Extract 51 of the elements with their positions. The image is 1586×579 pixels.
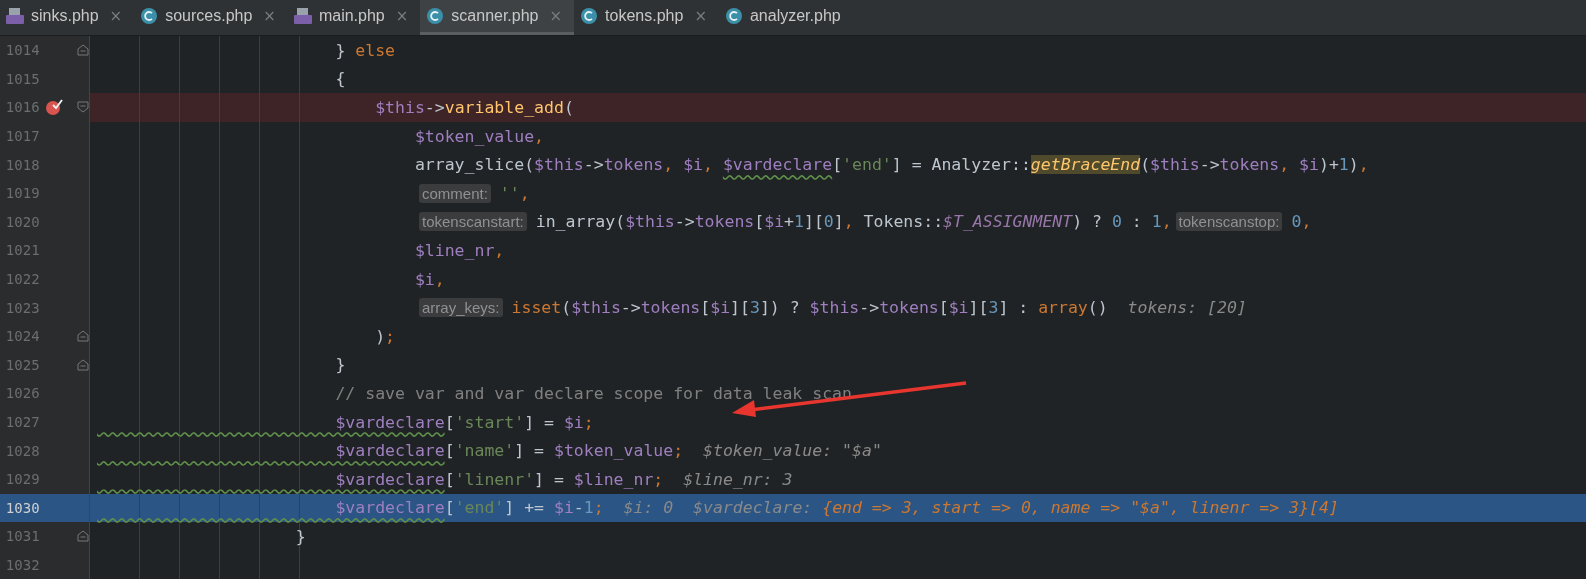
line-number: 1017 bbox=[4, 128, 40, 145]
line-number: 1019 bbox=[4, 185, 40, 202]
line-number: 1032 bbox=[4, 557, 40, 573]
class-icon bbox=[724, 7, 743, 25]
class-icon bbox=[426, 7, 445, 25]
fold-marker-icon[interactable] bbox=[77, 530, 89, 543]
close-icon[interactable]: × bbox=[694, 7, 707, 25]
close-icon[interactable]: × bbox=[395, 7, 409, 25]
fold-marker-icon[interactable] bbox=[77, 44, 89, 57]
tab-label: analyzer.php bbox=[749, 7, 841, 25]
class-icon bbox=[140, 7, 159, 25]
parameter-hint: comment: bbox=[419, 183, 491, 203]
tab-label: tokens.php bbox=[605, 7, 684, 25]
line-number: 1021 bbox=[4, 242, 40, 259]
fold-marker-icon[interactable] bbox=[77, 358, 89, 371]
editor-tab[interactable]: scanner.php × bbox=[420, 0, 575, 35]
line-number: 1024 bbox=[4, 328, 40, 345]
class-icon bbox=[580, 7, 599, 25]
parameter-hint: tokenscanstart: bbox=[419, 212, 527, 232]
tab-label: sinks.php bbox=[31, 7, 99, 25]
editor-tab[interactable]: sinks.php × bbox=[0, 0, 135, 35]
line-number: 1031 bbox=[4, 528, 40, 545]
parameter-hint: array_keys: bbox=[419, 298, 503, 318]
editor-tab[interactable]: sources.php × bbox=[134, 0, 288, 35]
tab-label: sources.php bbox=[165, 7, 253, 25]
line-number: 1015 bbox=[4, 70, 40, 87]
editor-tab[interactable]: tokens.php × bbox=[574, 0, 719, 35]
line-number: 1022 bbox=[4, 271, 40, 288]
php-file-icon bbox=[6, 7, 24, 25]
line-number: 1026 bbox=[4, 385, 40, 402]
close-icon[interactable]: × bbox=[263, 7, 276, 25]
breakpoint-icon[interactable] bbox=[45, 98, 64, 117]
line-number: 1018 bbox=[4, 156, 40, 173]
line-number: 1030 bbox=[4, 499, 40, 516]
line-number: 1029 bbox=[4, 471, 40, 488]
fold-marker-icon[interactable] bbox=[77, 101, 89, 114]
line-number: 1023 bbox=[4, 299, 40, 316]
line-number: 1016 bbox=[4, 99, 40, 116]
tab-label: scanner.php bbox=[451, 7, 539, 25]
line-number: 1020 bbox=[4, 213, 40, 230]
php-file-icon bbox=[293, 7, 312, 25]
parameter-hint: tokenscanstop: bbox=[1175, 212, 1283, 232]
editor-tab[interactable]: main.php × bbox=[287, 0, 421, 35]
tab-label: main.php bbox=[318, 7, 385, 25]
line-number: 1027 bbox=[4, 414, 40, 430]
line-number: 1025 bbox=[4, 356, 40, 373]
line-number: 1014 bbox=[4, 42, 40, 59]
close-icon[interactable]: × bbox=[109, 7, 123, 25]
line-number: 1028 bbox=[4, 442, 40, 459]
editor-tab[interactable]: analyzer.php bbox=[718, 0, 853, 35]
fold-marker-icon[interactable] bbox=[77, 330, 89, 343]
